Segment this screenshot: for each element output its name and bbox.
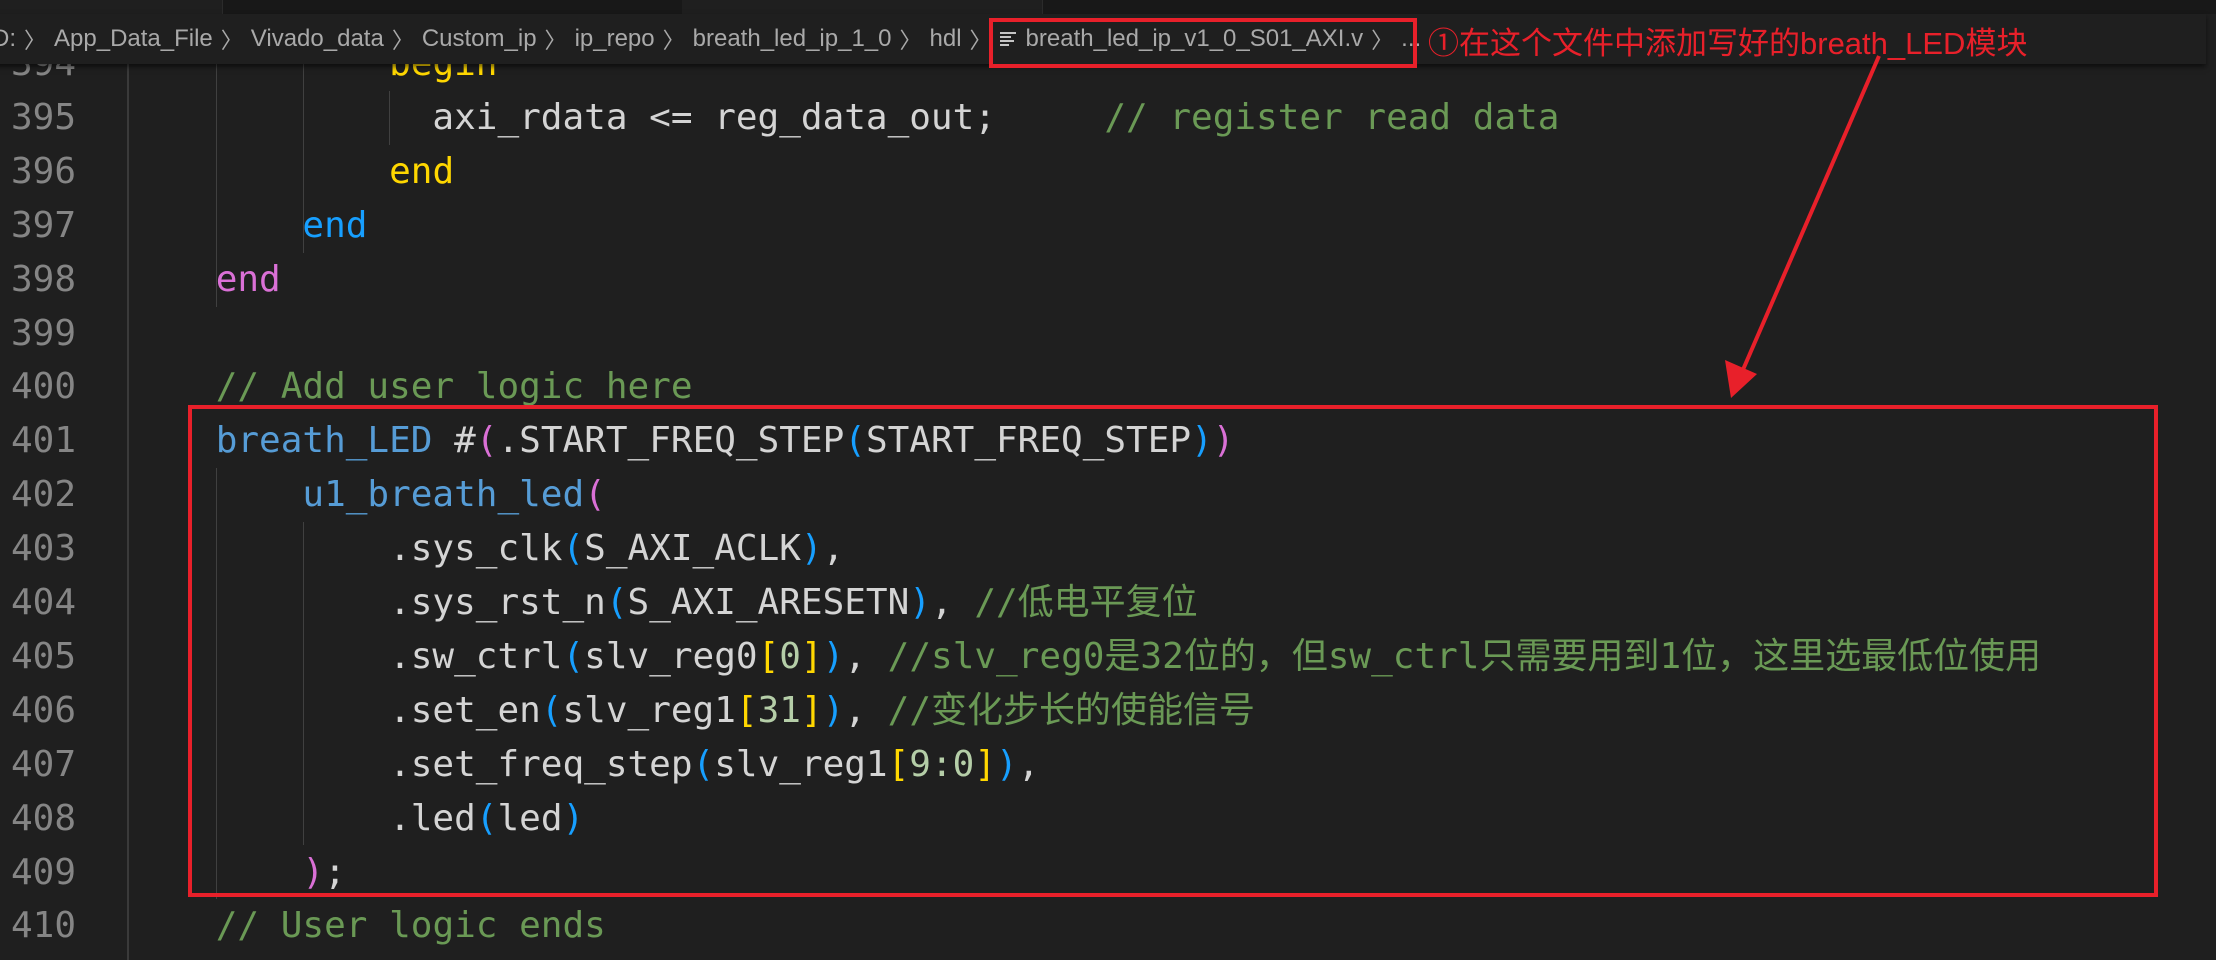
annotation-arrow (1725, 55, 1881, 398)
